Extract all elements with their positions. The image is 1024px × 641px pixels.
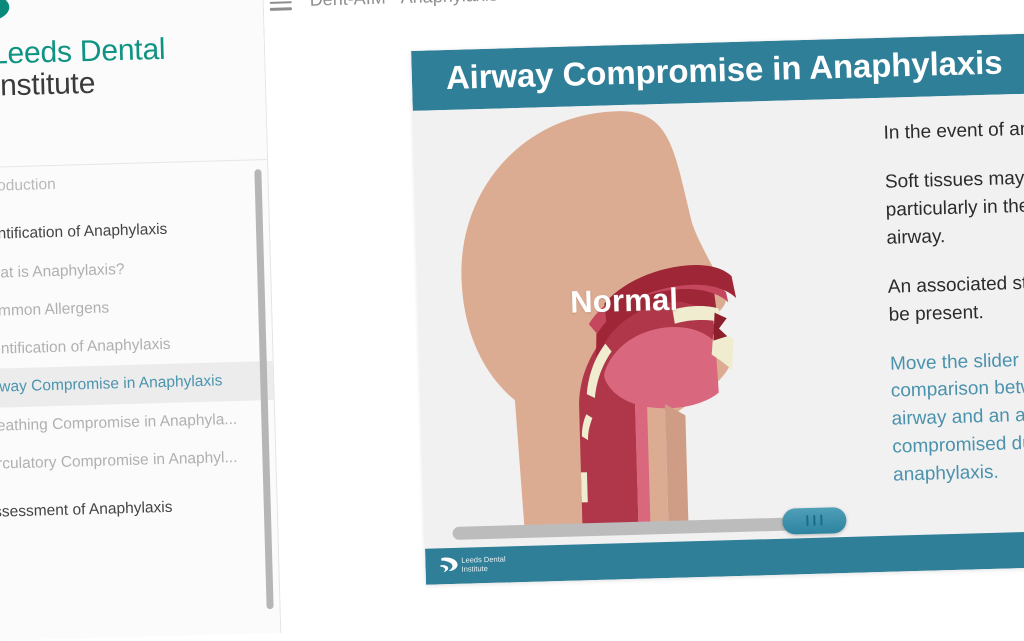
slider-grip-icon bbox=[806, 515, 809, 527]
brand-header: Leeds Dental Institute bbox=[0, 0, 269, 169]
brand-line-2: Institute bbox=[0, 67, 96, 104]
illustration-label: Normal bbox=[569, 281, 679, 320]
slide-body: Normal In the event of anaphylaxis... So… bbox=[412, 90, 1024, 563]
slider-grip-icon bbox=[820, 514, 823, 526]
slide-paragraph: An associated stridor may be present. bbox=[887, 271, 1024, 326]
slide-stage: Airway Compromise in Anaphylaxis Normal … bbox=[264, 6, 1024, 633]
sidebar: Leeds Dental Institute Introduction Ident… bbox=[0, 0, 282, 641]
slide-text-column: In the event of anaphylaxis... Soft tiss… bbox=[883, 111, 1024, 489]
slide-title: Airway Compromise in Anaphylaxis bbox=[445, 43, 1003, 96]
leeds-dental-swoosh-icon bbox=[0, 0, 10, 22]
slider-hint-text: Move the slider to see a comparison betw… bbox=[889, 349, 1024, 486]
footer-wordmark: Leeds Dental Institute bbox=[461, 552, 581, 574]
slide: Airway Compromise in Anaphylaxis Normal … bbox=[411, 30, 1024, 585]
slider-grip-icon bbox=[813, 514, 816, 526]
page-title: Dent-AIM - Anaphylaxis bbox=[309, 0, 498, 11]
brand-wordmark: Leeds Dental Institute bbox=[0, 31, 262, 103]
leeds-dental-swoosh-icon bbox=[440, 557, 458, 573]
hamburger-menu-icon[interactable] bbox=[269, 0, 292, 11]
app-root: Leeds Dental Institute Introduction Ident… bbox=[0, 0, 1024, 641]
slider-track[interactable] bbox=[452, 516, 833, 540]
slide-paragraph: In the event of anaphylaxis... bbox=[883, 116, 1024, 144]
footer-line-2: Institute bbox=[461, 564, 488, 574]
slider-handle[interactable] bbox=[782, 506, 847, 535]
sidebar-nav[interactable]: Introduction Identification of Anaphylaxi… bbox=[0, 160, 281, 641]
sidebar-item-assessment-of-anaphylaxis[interactable]: Assessment of Anaphylaxis bbox=[0, 486, 278, 533]
slide-paragraph: Soft tissues may swell, particularly in … bbox=[884, 167, 1024, 249]
